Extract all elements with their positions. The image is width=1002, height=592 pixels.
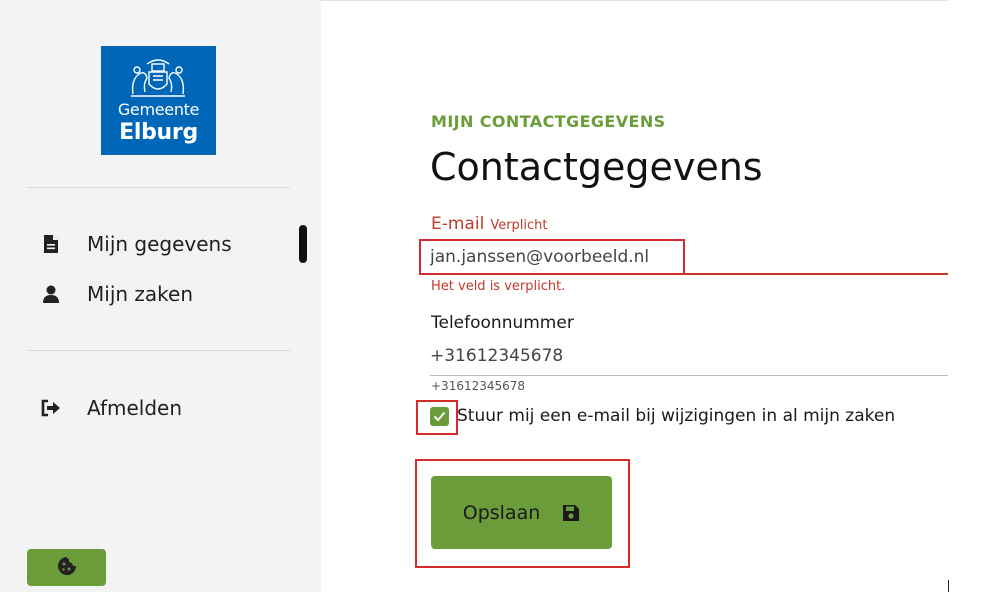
sidebar-divider-top: [27, 187, 290, 188]
sidebar-item-label: Mijn zaken: [87, 282, 194, 306]
document-icon: [40, 233, 62, 255]
sidebar-item-mijn-zaken[interactable]: Mijn zaken: [40, 279, 193, 309]
logo-line-2: Elburg: [119, 120, 198, 145]
cookie-icon: [57, 556, 77, 579]
email-highlight-box: [419, 239, 685, 275]
email-error-message: Het veld is verplicht.: [431, 279, 566, 294]
sidebar-item-label: Afmelden: [87, 396, 183, 420]
page-title: Contactgegevens: [430, 145, 763, 189]
sidebar-item-mijn-gegevens[interactable]: Mijn gegevens: [40, 229, 232, 259]
phone-input[interactable]: [430, 339, 948, 373]
email-label-text: E-mail: [431, 214, 485, 234]
gemeente-elburg-logo[interactable]: Gemeente Elburg: [101, 46, 216, 155]
sidebar: Gemeente Elburg Mijn gegevens Mijn zaken: [0, 0, 321, 592]
user-icon: [40, 283, 62, 305]
sidebar-divider-bottom: [27, 350, 290, 351]
active-indicator: [299, 225, 307, 263]
section-eyebrow: MIJN CONTACTGEGEVENS: [431, 112, 666, 131]
sign-out-icon: [40, 397, 62, 419]
coat-of-arms-icon: [131, 59, 185, 97]
phone-hint: +31612345678: [431, 379, 526, 393]
save-button-highlight-box: [415, 459, 630, 568]
phone-label: Telefoonnummer: [431, 313, 574, 333]
required-marker: Verplicht: [490, 218, 548, 233]
checkbox-highlight-box: [416, 400, 458, 435]
phone-underline: [430, 375, 948, 376]
top-border: [321, 0, 948, 1]
edge-marker: [948, 580, 949, 592]
sidebar-item-label: Mijn gegevens: [87, 232, 232, 256]
sidebar-item-afmelden[interactable]: Afmelden: [40, 393, 182, 423]
notify-checkbox-label[interactable]: Stuur mij een e-mail bij wijzigingen in …: [457, 406, 895, 426]
logo-line-1: Gemeente: [117, 100, 200, 119]
email-label: E-mail Verplicht: [431, 214, 548, 234]
cookie-settings-button[interactable]: [27, 549, 106, 586]
